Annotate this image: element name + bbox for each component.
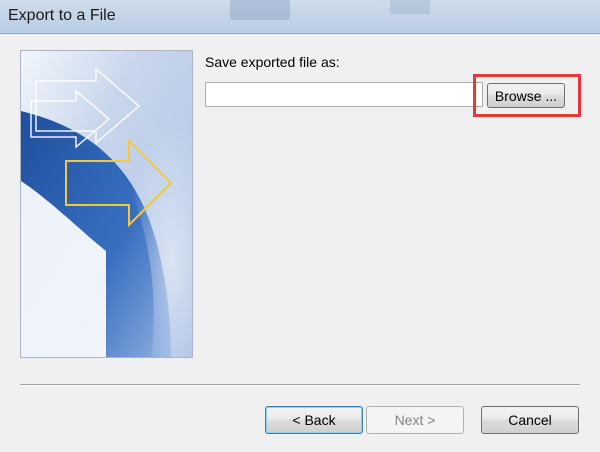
dialog-body: Save exported file as: Browse ... < Back… (0, 34, 600, 452)
export-wizard-art-icon (20, 50, 193, 358)
next-button[interactable]: Next > (366, 406, 464, 434)
title-bar: Export to a File (0, 0, 600, 34)
cancel-button[interactable]: Cancel (481, 406, 579, 434)
browse-button[interactable]: Browse ... (487, 83, 565, 108)
save-as-label: Save exported file as: (205, 54, 340, 70)
window-title: Export to a File (8, 7, 116, 24)
file-path-input[interactable] (205, 82, 483, 107)
back-button[interactable]: < Back (265, 406, 363, 434)
divider (20, 384, 580, 386)
